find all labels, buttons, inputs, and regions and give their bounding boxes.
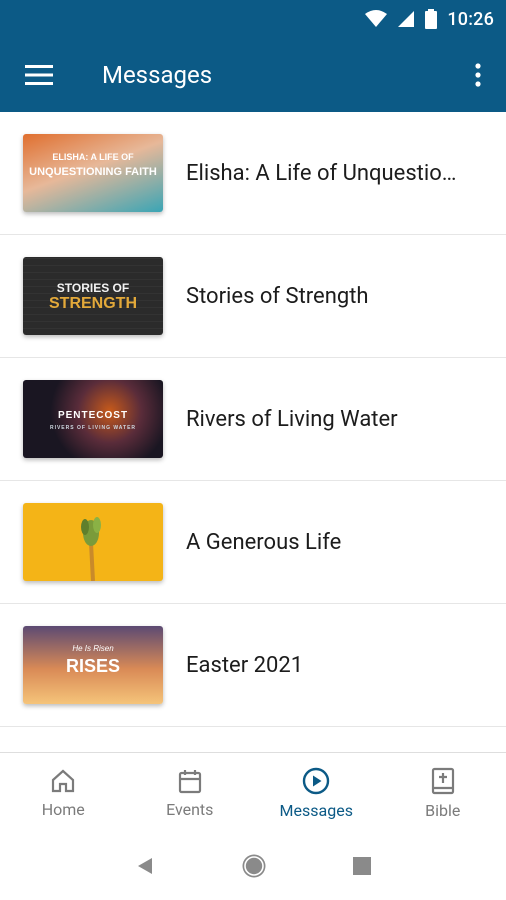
message-title: A Generous Life (186, 529, 342, 555)
tab-events[interactable]: Events (127, 753, 254, 833)
back-icon[interactable] (135, 856, 155, 876)
message-title: Rivers of Living Water (186, 406, 398, 432)
messages-list[interactable]: ELISHA: A LIFE OF UNQUESTIONING FAITH El… (0, 112, 506, 752)
message-title: Stories of Strength (186, 283, 369, 309)
thumbnail-text: PENTECOST (57, 410, 129, 421)
more-options-button[interactable] (468, 56, 488, 94)
home-icon (52, 769, 75, 792)
status-bar: 10:26 (0, 0, 506, 38)
series-thumbnail (23, 503, 163, 581)
thumbnail-text: He Is Risen (72, 644, 114, 653)
thumbnail-text: RIVERS OF LIVING WATER (49, 425, 137, 431)
series-thumbnail: He Is Risen RISES (23, 626, 163, 704)
menu-button[interactable] (16, 52, 62, 98)
tab-home[interactable]: Home (0, 753, 127, 833)
series-thumbnail: ELISHA: A LIFE OF UNQUESTIONING FAITH (23, 134, 163, 212)
thumbnail-text: ELISHA: A LIFE OF (52, 152, 134, 162)
tab-label: Events (166, 799, 214, 819)
tab-label: Bible (425, 800, 461, 820)
status-time: 10:26 (447, 8, 494, 30)
page-title: Messages (102, 61, 213, 89)
wheat-hand-image (81, 517, 101, 581)
message-title: Easter 2021 (186, 652, 304, 678)
list-item[interactable]: A Generous Life (0, 481, 506, 604)
list-item[interactable]: He Is Risen RISES Easter 2021 (0, 604, 506, 727)
wifi-icon (365, 10, 388, 27)
tab-label: Home (41, 799, 85, 819)
recents-icon[interactable] (353, 857, 371, 875)
message-title: Elisha: A Life of Unquestio… (186, 160, 457, 186)
tab-label: Messages (279, 800, 353, 820)
battery-icon (425, 9, 438, 29)
thumbnail-text: RISES (65, 656, 121, 676)
list-item[interactable]: PENTECOST RIVERS OF LIVING WATER Rivers … (0, 358, 506, 481)
calendar-icon (178, 769, 201, 793)
thumbnail-text: STRENGTH (49, 295, 137, 312)
home-button-icon[interactable] (241, 853, 267, 879)
list-item[interactable]: ELISHA: A LIFE OF UNQUESTIONING FAITH El… (0, 112, 506, 235)
cellular-signal-icon (398, 11, 415, 27)
series-thumbnail: STORIES OF STRENGTH (23, 257, 163, 335)
bottom-tab-bar: Home Events Messages Bible (0, 752, 506, 833)
app-bar: Messages (0, 38, 506, 112)
tab-messages[interactable]: Messages (253, 753, 380, 833)
play-circle-icon (303, 767, 330, 794)
series-thumbnail: PENTECOST RIVERS OF LIVING WATER (23, 380, 163, 458)
bible-icon (431, 767, 454, 794)
more-vertical-icon (475, 63, 481, 87)
system-navigation-bar (0, 832, 506, 900)
hamburger-menu-icon (25, 65, 53, 85)
thumbnail-text: UNQUESTIONING FAITH (29, 166, 157, 178)
thumbnail-text: STORIES OF (56, 281, 130, 295)
tab-bible[interactable]: Bible (380, 753, 506, 833)
list-item[interactable]: STORIES OF STRENGTH Stories of Strength (0, 235, 506, 358)
